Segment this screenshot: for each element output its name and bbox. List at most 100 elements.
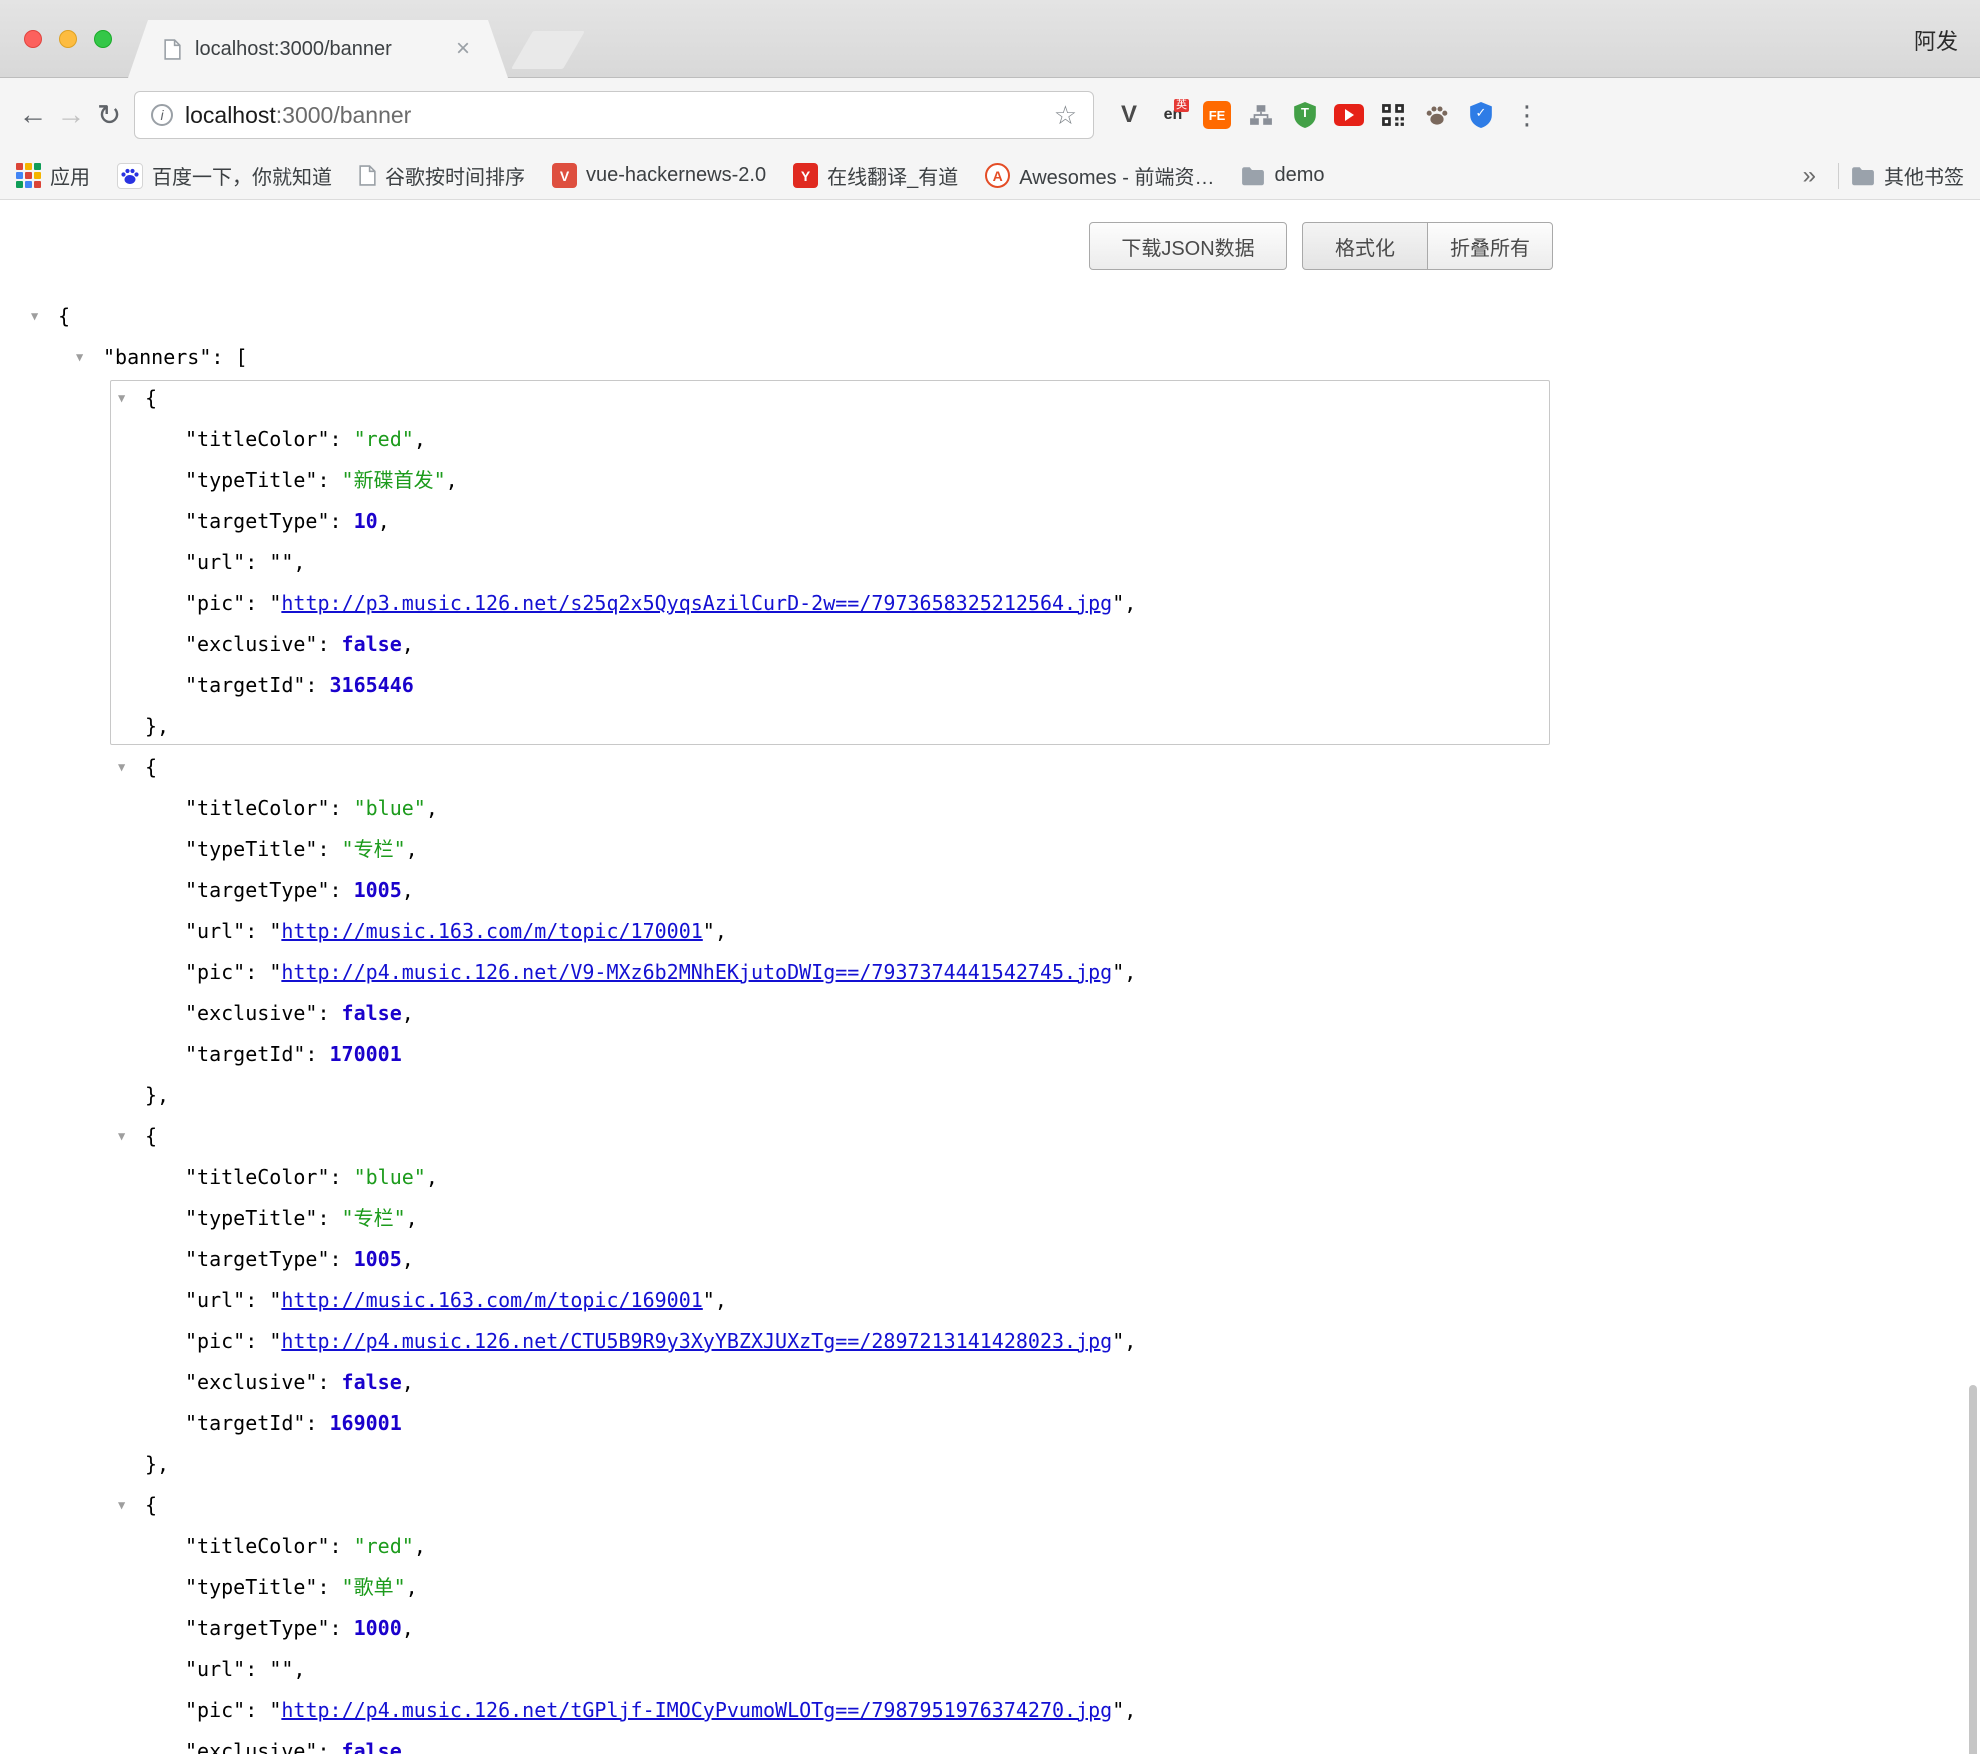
collapse-caret-icon[interactable]: ▼	[31, 296, 38, 337]
json-key: "typeTitle"	[185, 468, 317, 492]
json-line: ▼{	[0, 747, 1980, 788]
json-object: ▼{"titleColor": "blue","typeTitle": "专栏"…	[0, 1116, 1980, 1485]
collapse-all-button[interactable]: 折叠所有	[1427, 222, 1553, 270]
reload-button[interactable]: ↻	[90, 93, 128, 137]
json-line: },	[0, 706, 1980, 747]
youdao-icon: Y	[793, 163, 818, 188]
bookmark-youdao[interactable]: Y 在线翻译_有道	[793, 161, 958, 190]
url-host: localhost	[185, 102, 276, 128]
json-line: "url": "",	[0, 542, 1980, 583]
qr-code-icon	[1381, 103, 1405, 127]
translate-badge: 英	[1174, 99, 1189, 112]
back-button[interactable]: ←	[14, 93, 52, 137]
translate-extension-icon[interactable]: en 英	[1156, 98, 1190, 132]
collapse-caret-icon[interactable]: ▼	[118, 1485, 125, 1526]
bookmark-apps[interactable]: 应用	[16, 161, 90, 190]
extension-icons-row: V en 英 FE T	[1112, 98, 1498, 132]
page-info-icon[interactable]: i	[151, 104, 173, 126]
bookmark-demo-folder[interactable]: demo	[1241, 164, 1324, 187]
json-link-value[interactable]: http://music.163.com/m/topic/169001	[281, 1288, 702, 1312]
minimize-window-button[interactable]	[59, 30, 77, 48]
json-line: "typeTitle": "专栏",	[0, 1198, 1980, 1239]
json-line: "pic": "http://p3.music.126.net/s25q2x5Q…	[0, 583, 1980, 624]
json-line: "exclusive": false,	[0, 1731, 1980, 1754]
vimium-extension-icon[interactable]: V	[1112, 98, 1146, 132]
json-line: "typeTitle": "专栏",	[0, 829, 1980, 870]
json-key: "targetType"	[185, 509, 330, 533]
maximize-window-button[interactable]	[94, 30, 112, 48]
tab-strip: localhost:3000/banner × 阿发	[0, 0, 1980, 78]
json-line: ▼{	[0, 296, 1980, 337]
sitemap-extension-icon[interactable]	[1244, 98, 1278, 132]
scrollbar-thumb[interactable]	[1969, 1385, 1977, 1754]
traffic-lights	[24, 30, 112, 48]
bookmark-google-sort[interactable]: 谷歌按时间排序	[359, 161, 525, 190]
bookmarks-overflow-chevron[interactable]: »	[1793, 162, 1826, 190]
json-key: "url"	[185, 550, 245, 574]
youtube-extension-icon[interactable]	[1332, 98, 1366, 132]
json-string-value: "专栏"	[342, 837, 406, 861]
folder-icon	[1241, 166, 1265, 186]
json-line: "typeTitle": "歌单",	[0, 1567, 1980, 1608]
profile-name[interactable]: 阿发	[1914, 24, 1958, 56]
paw-extension-icon[interactable]	[1420, 98, 1454, 132]
json-link-value[interactable]: http://p4.music.126.net/tGPljf-IMOCyPvum…	[281, 1698, 1112, 1722]
json-key: "titleColor"	[185, 796, 330, 820]
collapse-caret-icon[interactable]: ▼	[76, 337, 83, 378]
json-boolean-value: false	[342, 1001, 402, 1025]
json-line: "titleColor": "blue",	[0, 1157, 1980, 1198]
other-bookmarks-label: 其他书签	[1884, 161, 1964, 190]
page-icon	[164, 39, 181, 60]
json-link-value[interactable]: http://p4.music.126.net/V9-MXz6b2MNhEKju…	[281, 960, 1112, 984]
green-shield-extension-icon[interactable]: T	[1288, 98, 1322, 132]
shield-check-icon: ✓	[1470, 102, 1492, 128]
json-string-value: "专栏"	[342, 1206, 406, 1230]
json-string-value: "red"	[354, 427, 414, 451]
json-line: },	[0, 1444, 1980, 1485]
close-window-button[interactable]	[24, 30, 42, 48]
collapse-caret-icon[interactable]: ▼	[118, 747, 125, 788]
forward-button[interactable]: →	[52, 93, 90, 137]
bookmark-star-icon[interactable]: ☆	[1054, 100, 1077, 131]
json-key: "exclusive"	[185, 1001, 317, 1025]
shield-check-glyph: ✓	[1470, 105, 1492, 121]
json-number-value: 170001	[330, 1042, 402, 1066]
bookmark-baidu[interactable]: 百度一下，你就知道	[117, 161, 332, 190]
bookmark-vue-hackernews[interactable]: V vue-hackernews-2.0	[552, 163, 766, 188]
json-link-value[interactable]: http://p4.music.126.net/CTU5B9R9y3XyYBZX…	[281, 1329, 1112, 1353]
fe-extension-icon[interactable]: FE	[1200, 98, 1234, 132]
json-string-value: "blue"	[354, 796, 426, 820]
apps-grid-icon	[16, 163, 41, 188]
json-key: "targetId"	[185, 1411, 305, 1435]
collapse-caret-icon[interactable]: ▼	[118, 378, 125, 419]
url-path: :3000/banner	[276, 102, 412, 128]
bookmark-awesomes[interactable]: A Awesomes - 前端资…	[985, 161, 1214, 190]
json-key: "targetId"	[185, 673, 305, 697]
browser-menu-icon[interactable]: ⋮	[1512, 100, 1542, 131]
tab-close-icon[interactable]: ×	[454, 37, 472, 61]
json-boolean-value: false	[342, 1739, 402, 1754]
youtube-icon	[1334, 104, 1364, 126]
json-key: "targetType"	[185, 1247, 330, 1271]
json-line: "targetId": 169001	[0, 1403, 1980, 1444]
sitemap-icon	[1249, 104, 1273, 126]
json-link-value[interactable]: http://p3.music.126.net/s25q2x5QyqsAzilC…	[281, 591, 1112, 615]
other-bookmarks-folder[interactable]: 其他书签	[1851, 161, 1964, 190]
new-tab-button[interactable]	[511, 31, 585, 69]
v-icon: V	[1121, 101, 1137, 129]
json-line: },	[0, 1075, 1980, 1116]
bookmark-label: 应用	[50, 161, 90, 190]
browser-tab[interactable]: localhost:3000/banner ×	[128, 20, 508, 78]
json-line: "pic": "http://p4.music.126.net/tGPljf-I…	[0, 1690, 1980, 1731]
fe-icon: FE	[1203, 101, 1231, 129]
json-key: "exclusive"	[185, 1370, 317, 1394]
format-button[interactable]: 格式化	[1302, 222, 1428, 270]
json-object: ▼{"titleColor": "blue","typeTitle": "专栏"…	[0, 747, 1980, 1116]
blue-shield-extension-icon[interactable]: ✓	[1464, 98, 1498, 132]
download-json-button[interactable]: 下载JSON数据	[1089, 222, 1287, 270]
address-bar[interactable]: i localhost:3000/banner ☆	[134, 91, 1094, 139]
json-key: "typeTitle"	[185, 1206, 317, 1230]
json-link-value[interactable]: http://music.163.com/m/topic/170001	[281, 919, 702, 943]
collapse-caret-icon[interactable]: ▼	[118, 1116, 125, 1157]
qr-code-extension-icon[interactable]	[1376, 98, 1410, 132]
